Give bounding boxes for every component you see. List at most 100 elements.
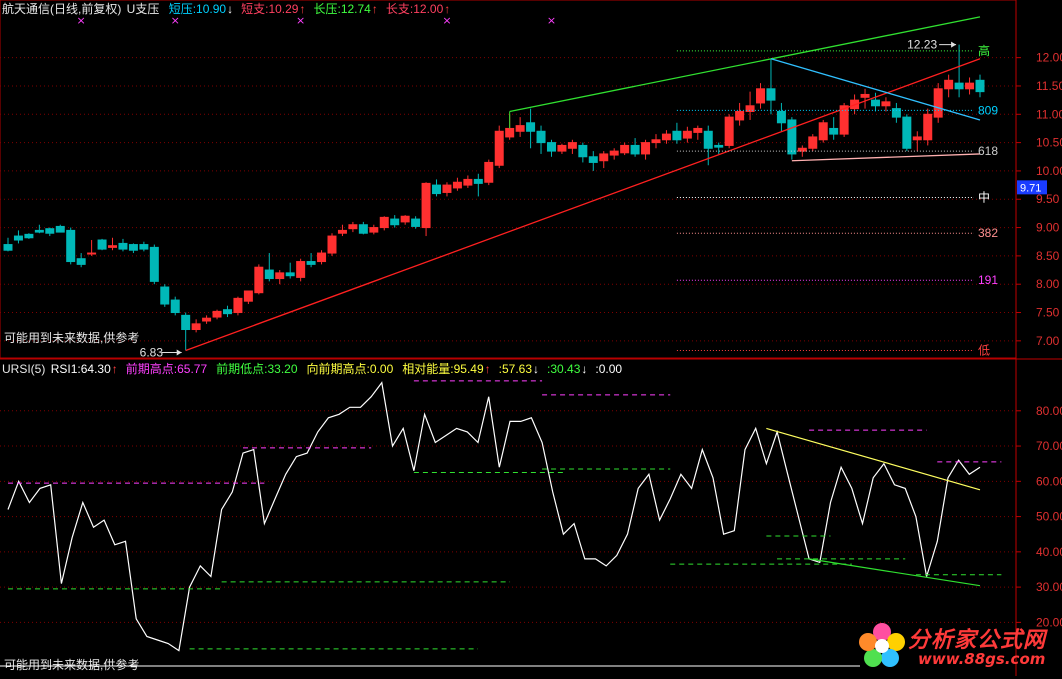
rsi-indicator-item-7: :0.00 xyxy=(595,362,623,376)
candle xyxy=(944,74,954,98)
rsi-indicator-label: RSI1 xyxy=(50,362,78,376)
candle xyxy=(609,148,619,160)
candle xyxy=(170,296,180,316)
price-indicator-item-3: 长支:12.00↑ xyxy=(385,2,451,16)
candle xyxy=(546,139,556,157)
chart-canvas[interactable]: 12.0011.5011.0010.5010.009.509.008.508.0… xyxy=(0,0,1062,676)
candle-body xyxy=(651,139,661,144)
candle-body xyxy=(714,144,724,148)
rsi-indicator-label: 前期低点 xyxy=(216,362,265,376)
rsi-indicator-value: 30.43 xyxy=(550,362,581,376)
candle xyxy=(337,224,347,237)
candle-body xyxy=(149,246,159,282)
candle-body xyxy=(306,261,316,265)
candle xyxy=(567,139,577,154)
candle-body xyxy=(118,242,128,250)
candle xyxy=(191,319,201,333)
candle xyxy=(285,262,295,279)
candle xyxy=(693,125,703,140)
candle-body xyxy=(442,184,452,193)
rsi-panel-header: URSI(5) RSI1:64.30↑ 前期高点:65.77 前期低点:33.20 向… xyxy=(2,362,637,376)
candle-body xyxy=(599,153,609,162)
candle xyxy=(222,305,232,318)
rsi-indicator-value: 65.77 xyxy=(177,362,208,376)
price-tick-label: 7.00 xyxy=(1036,334,1060,348)
candle xyxy=(651,134,661,149)
candle-body xyxy=(421,182,431,229)
candle-body xyxy=(776,110,786,124)
candle xyxy=(578,142,588,163)
rsi-indicator-item-6: :30.43↓ xyxy=(547,362,588,376)
candle xyxy=(588,151,598,171)
candle xyxy=(202,315,212,324)
candle-body xyxy=(55,225,65,233)
future-data-note-top: 可能用到未来数据,供参考 xyxy=(4,330,139,345)
candle-body xyxy=(923,113,933,141)
candle xyxy=(13,230,23,244)
candle xyxy=(473,173,483,197)
candle-body xyxy=(34,229,44,233)
price-indicator-values: 短压:10.90↓ 短支:10.29↑ 长压:12.74↑ 长支:12.00↑ xyxy=(169,2,459,16)
candle xyxy=(494,125,504,169)
candle xyxy=(557,143,567,154)
candle xyxy=(620,142,630,156)
candle-body xyxy=(233,297,243,314)
candle xyxy=(34,224,44,234)
indicator-name: U支压 xyxy=(126,2,160,16)
candle xyxy=(463,175,473,188)
candle xyxy=(181,312,191,351)
trend-arrow-icon: ↓ xyxy=(227,2,234,16)
candle-body xyxy=(390,218,400,226)
candle-body xyxy=(296,261,306,278)
price-tick-label: 7.50 xyxy=(1036,306,1060,320)
candle xyxy=(714,142,724,154)
candle xyxy=(254,264,264,295)
candle-body xyxy=(379,216,389,229)
upper-channel-line xyxy=(509,16,981,113)
candle-body xyxy=(400,215,410,223)
candle xyxy=(243,290,253,305)
candle xyxy=(233,296,243,316)
candle xyxy=(421,182,431,237)
candle-body xyxy=(13,235,23,241)
rsi-tick-label: 40.00 xyxy=(1036,545,1062,559)
candle-body xyxy=(243,290,253,302)
candle xyxy=(797,145,807,157)
candle-body xyxy=(609,150,619,156)
price-indicator-label: 短支 xyxy=(241,2,266,16)
rsi-tick-label: 30.00 xyxy=(1036,580,1062,594)
candle-body xyxy=(912,136,922,141)
rsi-tick-label: 80.00 xyxy=(1036,404,1062,418)
candle-body xyxy=(181,314,191,331)
kline-chart-window[interactable]: 12.0011.5011.0010.5010.009.509.008.508.0… xyxy=(0,0,1062,676)
candle-body xyxy=(108,245,118,248)
candle xyxy=(212,309,222,320)
price-indicator-value: 10.29 xyxy=(268,2,299,16)
candle-body xyxy=(661,133,671,141)
candle xyxy=(724,114,734,149)
candle xyxy=(306,253,316,268)
trend-arrow-icon: ↑ xyxy=(444,2,451,16)
candle xyxy=(630,138,640,157)
candle-body xyxy=(24,233,34,239)
candle-body xyxy=(87,252,97,255)
candle-body xyxy=(818,122,828,141)
candle-body xyxy=(724,116,734,146)
price-panel-frame xyxy=(0,0,1017,359)
candle xyxy=(599,151,609,169)
candle xyxy=(442,182,452,197)
fib-level-label: 中 xyxy=(978,190,990,205)
candle-body xyxy=(557,144,567,152)
candle-body xyxy=(954,82,964,90)
trend-arrow-icon: ↓ xyxy=(581,362,588,376)
candle xyxy=(776,102,786,132)
price-tick-label: 12.00 xyxy=(1036,51,1062,65)
low-price-annotation: 6.83 xyxy=(140,345,164,359)
candle xyxy=(756,83,766,109)
candle xyxy=(923,108,933,146)
price-tick-label: 11.00 xyxy=(1036,107,1062,121)
candle-body xyxy=(588,156,598,163)
candle-body xyxy=(432,184,442,195)
candle xyxy=(139,241,149,252)
rsi-indicator-value: 64.30 xyxy=(80,362,111,376)
